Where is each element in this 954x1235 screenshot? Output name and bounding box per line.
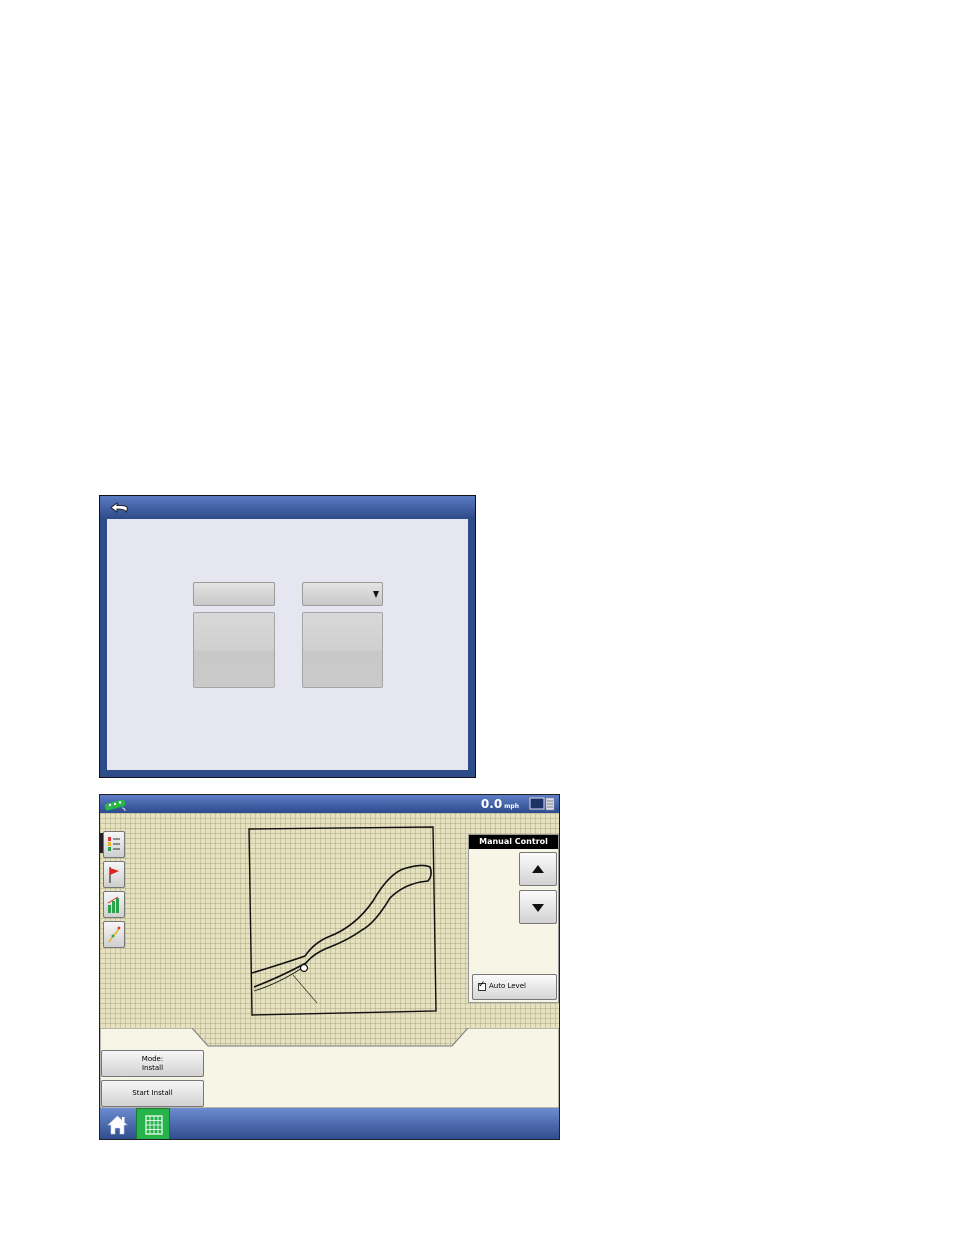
bottom-nav-bar bbox=[100, 1108, 559, 1139]
map-grid-icon bbox=[145, 1115, 163, 1135]
manual-control-title: Manual Control bbox=[469, 835, 558, 849]
lower-button[interactable] bbox=[519, 890, 557, 924]
bar-chart-button[interactable] bbox=[103, 891, 125, 918]
legend-button[interactable] bbox=[103, 831, 125, 858]
mode-label: Mode: bbox=[141, 1055, 164, 1063]
map-grid-button[interactable] bbox=[136, 1108, 170, 1139]
status-bar: 0.0 mph bbox=[100, 795, 559, 813]
manual-control-panel: Manual Control Auto Level bbox=[468, 834, 559, 1003]
flag-button[interactable] bbox=[103, 861, 125, 888]
home-icon[interactable] bbox=[101, 1109, 134, 1139]
field-map[interactable]: Manual Control Auto Level bbox=[100, 813, 559, 1060]
title-bar bbox=[100, 496, 475, 518]
auto-level-label: Auto Level bbox=[489, 982, 526, 990]
setup-dialog-screen bbox=[99, 495, 476, 778]
dialog-content bbox=[107, 519, 468, 770]
legend-icon bbox=[108, 837, 120, 851]
guidance-button[interactable] bbox=[103, 921, 125, 948]
checkbox-checked-icon bbox=[478, 980, 486, 991]
right-panel[interactable] bbox=[302, 612, 383, 688]
speed-value: 0.0 bbox=[480, 797, 503, 811]
chevron-down-icon bbox=[373, 591, 379, 598]
arrow-up-icon bbox=[532, 865, 544, 873]
mode-button[interactable]: Mode: Install bbox=[101, 1050, 204, 1077]
left-panel[interactable] bbox=[193, 612, 275, 688]
display-settings-icon[interactable] bbox=[529, 797, 555, 811]
speed-unit: mph bbox=[504, 803, 519, 810]
flag-icon bbox=[109, 867, 119, 883]
guidance-line-icon bbox=[108, 926, 121, 943]
raise-button[interactable] bbox=[519, 852, 557, 886]
bar-chart-icon bbox=[107, 896, 119, 913]
right-dropdown[interactable] bbox=[302, 582, 383, 606]
auto-level-checkbox[interactable]: Auto Level bbox=[472, 974, 557, 1000]
left-field[interactable] bbox=[193, 582, 275, 606]
back-arrow-icon[interactable] bbox=[108, 500, 134, 516]
map-run-screen: 0.0 mph Manual Control ✓ Auto Level Mode… bbox=[99, 794, 560, 1140]
start-install-button[interactable]: Start Install bbox=[101, 1080, 204, 1107]
mode-value: Install bbox=[141, 1064, 164, 1072]
arrow-down-icon bbox=[532, 904, 544, 912]
gps-signal-icon[interactable] bbox=[104, 796, 130, 812]
